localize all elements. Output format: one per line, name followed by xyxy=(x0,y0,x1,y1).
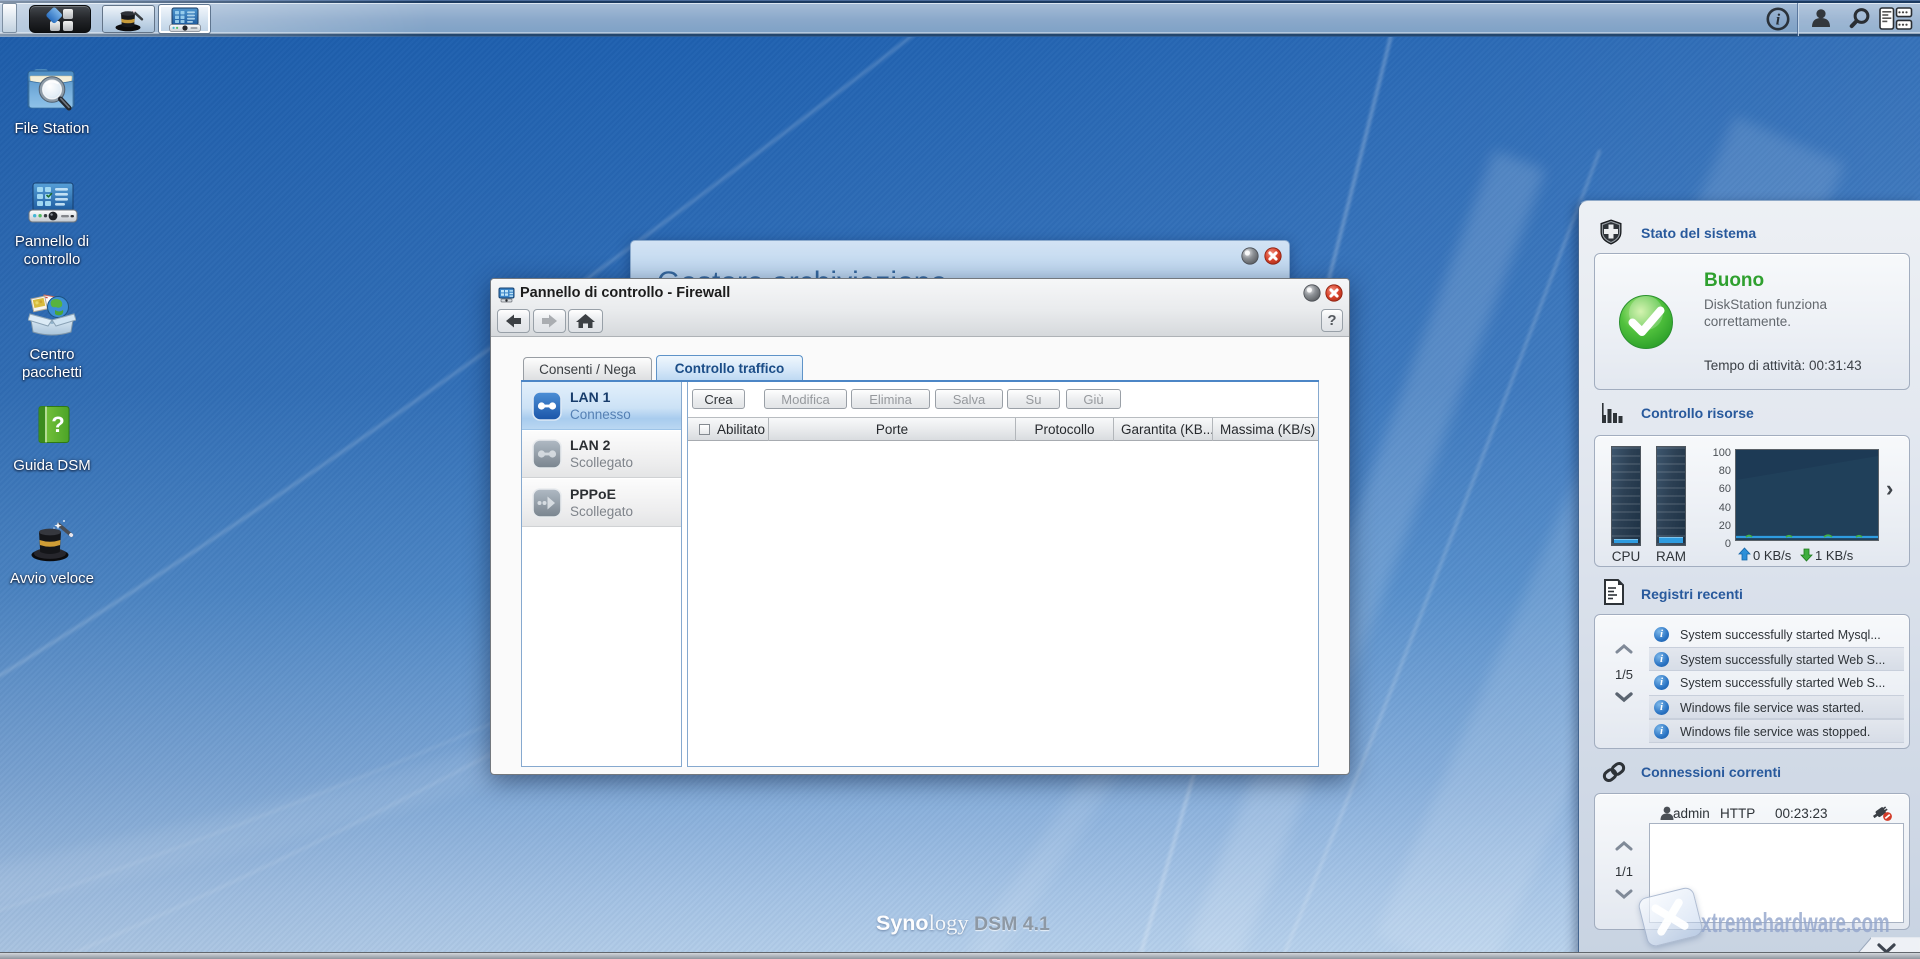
svg-text:i: i xyxy=(1776,12,1781,29)
svg-text:?: ? xyxy=(51,412,64,437)
